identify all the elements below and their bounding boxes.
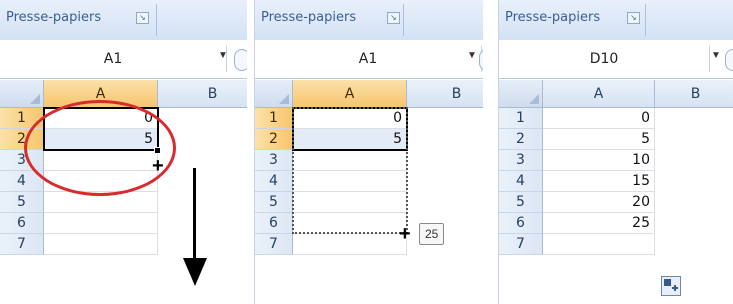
chevron-down-icon[interactable]: ▼ xyxy=(711,50,721,61)
cell-a2[interactable]: 5 xyxy=(543,129,655,150)
select-all-corner[interactable] xyxy=(499,80,543,108)
panel-step-2: Presse-papiers ↘ A1 ▼ A B 1 2 3 4 5 6 7 … xyxy=(254,0,483,304)
column-header-b[interactable]: B xyxy=(158,80,247,108)
ribbon-separator xyxy=(403,4,404,36)
clipboard-label: Presse-papiers xyxy=(261,10,357,25)
cell-a1[interactable]: 0 xyxy=(293,108,407,129)
cell-a3[interactable] xyxy=(293,150,407,171)
ribbon-separator xyxy=(156,4,157,36)
ribbon-separator xyxy=(645,4,646,36)
chevron-down-icon[interactable]: ▼ xyxy=(467,50,477,61)
row-header-7[interactable]: 7 xyxy=(0,234,44,255)
cell-a3[interactable]: 10 xyxy=(543,150,655,171)
row-header-3[interactable]: 3 xyxy=(255,150,293,171)
name-box[interactable]: D10 xyxy=(499,46,710,72)
select-all-corner[interactable] xyxy=(0,80,44,108)
row-header-5[interactable]: 5 xyxy=(255,192,293,213)
row-header-6[interactable]: 6 xyxy=(0,213,44,234)
row-header-7[interactable]: 7 xyxy=(255,234,293,255)
ribbon: Presse-papiers ↘ xyxy=(255,0,483,41)
dialog-launcher-icon[interactable]: ↘ xyxy=(136,12,149,24)
dialog-launcher-icon[interactable]: ↘ xyxy=(627,12,640,24)
cell-a1[interactable]: 0 xyxy=(543,108,655,129)
column-header-b[interactable]: B xyxy=(407,80,483,108)
row-header-5[interactable]: 5 xyxy=(499,192,543,213)
fill-value-tooltip: 25 xyxy=(419,223,445,245)
cell-a7[interactable] xyxy=(543,234,655,255)
cell-a5[interactable]: 20 xyxy=(543,192,655,213)
panel-step-3: Presse-papiers ↘ D10 ▼ A B 1 2 3 4 5 6 7… xyxy=(498,0,733,304)
formula-bar-row: A1 ▼ xyxy=(0,40,247,79)
row-header-5[interactable]: 5 xyxy=(0,192,44,213)
clipboard-label: Presse-papiers xyxy=(6,10,102,25)
down-arrow-head xyxy=(183,258,207,286)
cell-a6[interactable] xyxy=(44,213,158,234)
cell-a2[interactable]: 5 xyxy=(293,129,407,150)
row-header-6[interactable]: 6 xyxy=(499,213,543,234)
cell-a4[interactable] xyxy=(293,171,407,192)
down-arrow-icon xyxy=(193,168,196,264)
ribbon: Presse-papiers ↘ xyxy=(499,0,733,41)
formula-button-edge[interactable] xyxy=(725,49,733,71)
column-header-a[interactable]: A xyxy=(543,80,655,108)
select-all-corner[interactable] xyxy=(255,80,293,108)
row-header-4[interactable]: 4 xyxy=(255,171,293,192)
formula-button-edge[interactable] xyxy=(479,49,483,71)
cell-a5[interactable] xyxy=(293,192,407,213)
formula-button-edge[interactable] xyxy=(234,49,247,71)
fill-handle-crosshair-icon: + xyxy=(399,223,411,245)
cell-a6[interactable]: 25 xyxy=(543,213,655,234)
row-header-3[interactable]: 3 xyxy=(499,150,543,171)
name-box[interactable]: A1 xyxy=(255,46,482,72)
auto-fill-options-icon[interactable] xyxy=(661,276,681,296)
highlight-circle xyxy=(24,100,176,196)
row-header-2[interactable]: 2 xyxy=(499,129,543,150)
cell-a7[interactable] xyxy=(44,234,158,255)
dialog-launcher-icon[interactable]: ↘ xyxy=(387,12,400,24)
ribbon: Presse-papiers ↘ xyxy=(0,0,247,41)
cell-a4[interactable]: 15 xyxy=(543,171,655,192)
chevron-down-icon[interactable]: ▼ xyxy=(218,50,228,61)
row-header-6[interactable]: 6 xyxy=(255,213,293,234)
column-header-a[interactable]: A xyxy=(293,80,407,108)
column-header-b[interactable]: B xyxy=(655,80,733,108)
formula-bar-row: D10 ▼ xyxy=(499,40,733,79)
row-header-7[interactable]: 7 xyxy=(499,234,543,255)
row-header-1[interactable]: 1 xyxy=(499,108,543,129)
panel-step-1: Presse-papiers ↘ A1 ▼ A B 1 2 3 4 5 6 7 … xyxy=(0,0,247,304)
clipboard-label: Presse-papiers xyxy=(505,10,601,25)
row-header-4[interactable]: 4 xyxy=(499,171,543,192)
row-header-2[interactable]: 2 xyxy=(255,129,293,150)
formula-bar-row: A1 ▼ xyxy=(255,40,483,79)
cell-a6[interactable] xyxy=(293,213,407,234)
row-header-1[interactable]: 1 xyxy=(255,108,293,129)
name-box[interactable]: A1 xyxy=(0,46,227,72)
cell-a7[interactable] xyxy=(293,234,407,255)
